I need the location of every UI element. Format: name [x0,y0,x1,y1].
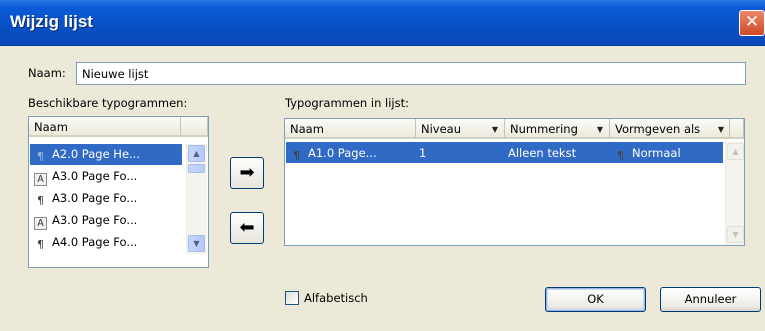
chevron-down-icon[interactable]: ▼ [714,123,728,136]
chevron-down-icon[interactable]: ▼ [488,123,502,136]
paragraph-style-icon: ¶ [617,149,624,162]
vertical-scrollbar[interactable]: ▲ ▼ [186,144,207,254]
list-item[interactable]: ¶ A2.0 Page He... [30,144,182,165]
scroll-down-icon[interactable]: ▼ [188,235,205,252]
table-row[interactable]: ¶ A1.0 Page... 1 Alleen tekst ¶ Normaal [286,142,723,163]
cell-name: ¶ A1.0 Page... [290,146,377,163]
list-item[interactable]: ¶ A3.0 Page Fo... [30,188,182,209]
paragraph-style-icon: ¶ [293,149,300,162]
scroll-down-icon[interactable]: ▼ [727,226,744,243]
paragraph-style-icon: ¶ [37,150,44,163]
alphabetical-label: Alfabetisch [304,291,368,305]
alphabetical-checkbox[interactable] [285,291,299,305]
cancel-button[interactable]: Annuleer [660,287,761,312]
list-styles-label: Typogrammen in lijst: [285,96,409,110]
list-styles-table[interactable]: Naam Niveau ▼ Nummering ▼ Vormgeven als … [284,118,745,246]
close-icon: ✕ [744,12,760,32]
ok-button[interactable]: OK [545,287,646,312]
cell-format-as: ¶ Normaal [614,146,681,163]
list-item-label: A3.0 Page Fo... [52,191,138,205]
list-item-label: A3.0 Page Fo... [52,169,138,183]
remove-from-list-button[interactable]: ⬅ [230,212,264,244]
vertical-scrollbar[interactable]: ▲ ▼ [725,142,744,245]
column-header-filler [181,117,208,137]
paragraph-style-icon: ¶ [37,238,44,251]
list-item-label: A4.0 Page Fo... [52,235,138,249]
list-item-label: A2.0 Page He... [52,147,140,161]
add-to-list-button[interactable]: ➡ [230,157,264,189]
paragraph-style-icon: ¶ [37,194,44,207]
list-item-label: A3.0 Page Fo... [52,213,138,227]
name-label: Naam: [28,66,66,80]
scroll-up-icon[interactable]: ▲ [188,145,205,162]
cell-numbering: Alleen tekst [508,146,577,160]
list-item[interactable]: A A3.0 Page Fo... [30,166,182,187]
close-button[interactable]: ✕ [739,10,765,36]
list-item[interactable]: A A3.0 Page Fo... [30,210,182,231]
character-style-icon: A [34,217,47,230]
name-input[interactable] [76,62,746,85]
scroll-thumb[interactable] [188,164,205,173]
available-styles-label: Beschikbare typogrammen: [28,96,188,110]
window-title: Wijzig lijst [10,12,93,31]
title-bar: Wijzig lijst ✕ [0,0,765,46]
character-style-icon: A [34,173,47,186]
cell-level: 1 [419,146,427,160]
column-header-format-as[interactable]: Vormgeven als [610,119,730,139]
scroll-up-icon[interactable]: ▲ [727,143,744,160]
arrow-right-icon: ➡ [239,162,255,183]
list-item[interactable]: ¶ A4.0 Page Fo... [30,232,182,253]
arrow-left-icon: ⬅ [239,217,255,238]
column-header-name[interactable]: Naam [29,117,181,137]
chevron-down-icon[interactable]: ▼ [593,123,607,136]
column-header-filler [730,119,744,139]
available-styles-list[interactable]: Naam ¶ A2.0 Page He... A A3.0 Page Fo... ¶… [28,116,209,268]
column-header-name[interactable]: Naam [285,119,416,139]
